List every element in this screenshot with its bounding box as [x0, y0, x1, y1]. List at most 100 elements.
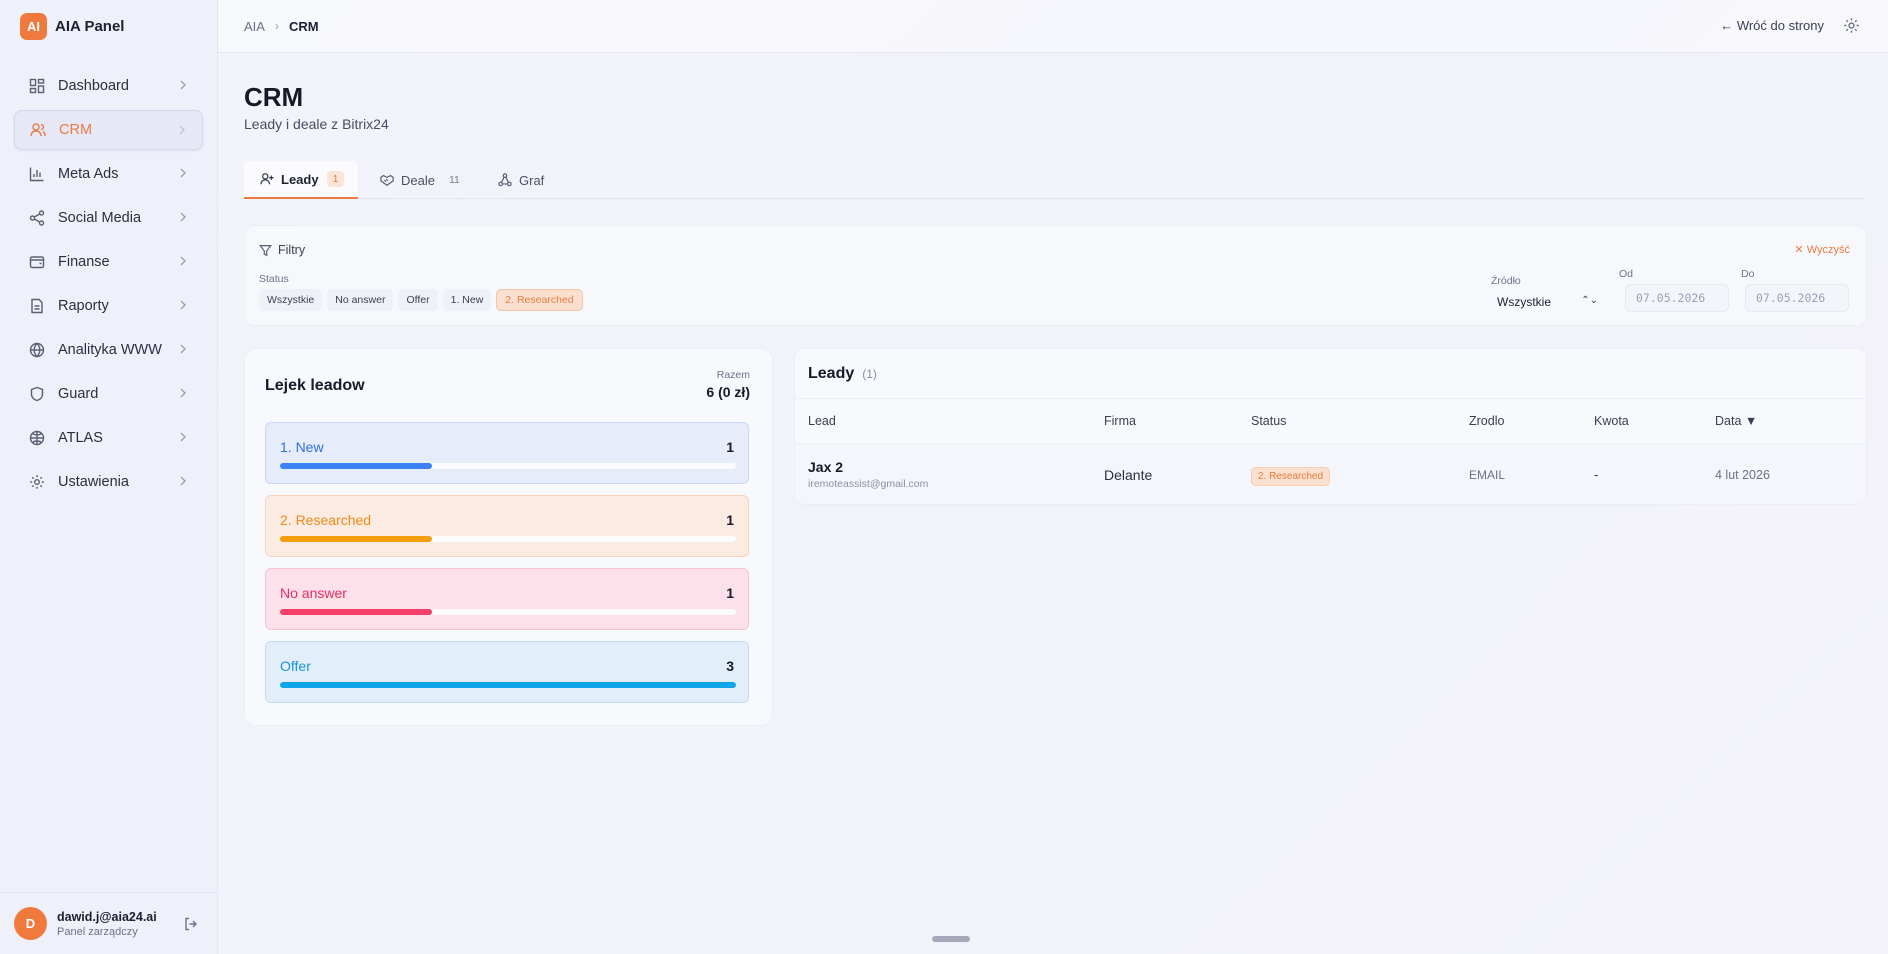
status-chip[interactable]: Offer — [398, 289, 438, 311]
sidebar-item-social-media[interactable]: Social Media — [14, 198, 203, 238]
chevron-right-icon — [176, 123, 188, 137]
sidebar-item-label: Ustawienia — [58, 474, 129, 490]
back-to-site-link[interactable]: ← Wróć do strony — [1720, 18, 1824, 33]
column-header-status[interactable]: Status — [1251, 414, 1286, 428]
sidebar-item-dashboard[interactable]: Dashboard — [14, 66, 203, 106]
status-chip[interactable]: 1. New — [442, 289, 492, 311]
funnel-stage-track — [280, 682, 736, 688]
brand-name: AIA Panel — [55, 17, 125, 35]
sidebar-item-guard[interactable]: Guard — [14, 374, 203, 414]
sidebar-item-analityka-www[interactable]: Analityka WWW — [14, 330, 203, 370]
sidebar-item-raporty[interactable]: Raporty — [14, 286, 203, 326]
date-from-label: Od — [1619, 268, 1634, 280]
status-chip[interactable]: No answer — [327, 289, 394, 311]
user-plus-icon — [260, 172, 274, 186]
status-chips: Wszystkie No answer Offer 1. New 2. Rese… — [259, 289, 583, 311]
status-chip-selected[interactable]: 2. Researched — [496, 289, 583, 311]
funnel-stage-name: 1. New — [280, 439, 324, 455]
brand[interactable]: AI AIA Panel — [0, 0, 217, 52]
source-filter-label: Źródło — [1491, 275, 1521, 287]
sidebar-item-meta-ads[interactable]: Meta Ads — [14, 154, 203, 194]
table-header-row: Lead Firma Status Zrodlo Kwota Data ▼ — [795, 399, 1866, 444]
funnel-stage[interactable]: No answer 1 — [265, 568, 749, 630]
filters-title: Filtry — [258, 243, 305, 257]
funnel-stage[interactable]: Offer 3 — [265, 641, 749, 703]
filters-panel: Filtry ✕ Wyczyść Status Wszystkie No ans… — [244, 225, 1867, 326]
breadcrumb-root[interactable]: AIA — [244, 19, 265, 34]
sidebar-item-ustawienia[interactable]: Ustawienia — [14, 462, 203, 502]
sidebar-item-label: Finanse — [58, 254, 110, 270]
leads-table-card: Leady (1) Lead Firma Status Zrodlo Kwota… — [794, 348, 1867, 505]
chevron-right-icon — [177, 430, 189, 444]
lead-cell: Jax 2 iremoteassist@gmail.com — [808, 459, 928, 490]
tab-label: Leady — [281, 171, 319, 187]
avatar[interactable]: D — [14, 907, 47, 940]
column-header-firma[interactable]: Firma — [1104, 414, 1136, 428]
gear-icon — [28, 473, 46, 491]
funnel-stage-name: No answer — [280, 585, 347, 601]
sidebar-item-label: Social Media — [58, 210, 142, 226]
breadcrumb-separator-icon: › — [274, 19, 279, 33]
sidebar-item-label: Raporty — [58, 298, 109, 314]
funnel-stage-count: 3 — [726, 658, 734, 674]
funnel-stage-track — [280, 536, 736, 542]
leads-count: (1) — [862, 366, 877, 381]
user-role: Panel zarządczy — [57, 925, 138, 938]
wallet-icon — [28, 253, 46, 271]
sidebar-item-atlas[interactable]: ATLAS — [14, 418, 203, 458]
globe-icon — [28, 341, 46, 359]
funnel-stage-bar — [280, 463, 432, 469]
tab-label: Deale — [401, 172, 435, 188]
funnel-stage-track — [280, 463, 736, 469]
date-from-input[interactable]: 07.05.2026 — [1625, 284, 1729, 312]
page-title: CRM — [244, 82, 304, 112]
funnel-stage-count: 1 — [726, 512, 734, 528]
column-header-zrodlo[interactable]: Zrodlo — [1469, 414, 1504, 428]
tab-deale[interactable]: Deale 11 — [364, 161, 482, 199]
user-meta: dawid.j@aia24.ai Panel zarządczy — [57, 910, 157, 938]
status-chip[interactable]: Wszystkie — [259, 289, 323, 311]
tab-count: 11 — [442, 172, 466, 188]
dashboard-icon — [28, 77, 46, 95]
main-content: AIA › CRM ← Wróć do strony CRM Leady i d… — [218, 0, 1888, 954]
source-select[interactable]: Wszystkie ⌃⌄ — [1491, 290, 1604, 314]
column-header-kwota[interactable]: Kwota — [1594, 414, 1629, 428]
leads-title: Leady — [808, 364, 855, 382]
tab-label: Graf — [519, 172, 545, 188]
sidebar-item-label: CRM — [59, 122, 93, 138]
gear-icon[interactable] — [1843, 17, 1860, 34]
chevron-right-icon — [177, 298, 189, 312]
tab-leady[interactable]: Leady 1 — [244, 161, 358, 199]
sidebar-item-crm[interactable]: CRM — [14, 110, 203, 150]
source-select-value: Wszystkie — [1497, 295, 1551, 309]
amount-cell: - — [1594, 467, 1599, 482]
funnel-stage-bar — [280, 682, 736, 688]
funnel-stage-count: 1 — [726, 585, 734, 601]
funnel-stage-name: Offer — [280, 658, 311, 674]
funnel-total: 6 (0 zł) — [706, 384, 750, 400]
sidebar-item-finanse[interactable]: Finanse — [14, 242, 203, 282]
bar-chart-icon — [28, 165, 46, 183]
funnel-stage[interactable]: 1. New 1 — [265, 422, 749, 484]
funnel-stage-count: 1 — [726, 439, 734, 455]
report-icon — [28, 297, 46, 315]
funnel-stage-name: 2. Researched — [280, 512, 372, 528]
funnel-stage[interactable]: 2. Researched 1 — [265, 495, 749, 557]
table-row[interactable]: Jax 2 iremoteassist@gmail.com Delante 2.… — [795, 444, 1866, 504]
funnel-stage-track — [280, 609, 736, 615]
chevron-right-icon — [177, 210, 189, 224]
tab-graf[interactable]: Graf — [482, 161, 560, 199]
logout-icon[interactable] — [183, 916, 199, 932]
breadcrumb-current: CRM — [288, 18, 319, 34]
sidebar-item-label: Analityka WWW — [58, 342, 162, 358]
chevron-right-icon — [177, 474, 189, 488]
column-header-data[interactable]: Data ▼ — [1715, 414, 1757, 428]
status-badge: 2. Researched — [1251, 467, 1331, 486]
column-header-lead[interactable]: Lead — [808, 414, 836, 428]
clear-filters-button[interactable]: ✕ Wyczyść — [1794, 243, 1850, 256]
brand-logo: AI — [20, 12, 47, 40]
tabs: Leady 1 Deale 11 Graf — [244, 161, 1864, 199]
status-cell: 2. Researched — [1251, 467, 1331, 486]
chevron-right-icon — [177, 386, 189, 400]
date-to-input[interactable]: 07.05.2026 — [1745, 284, 1849, 312]
